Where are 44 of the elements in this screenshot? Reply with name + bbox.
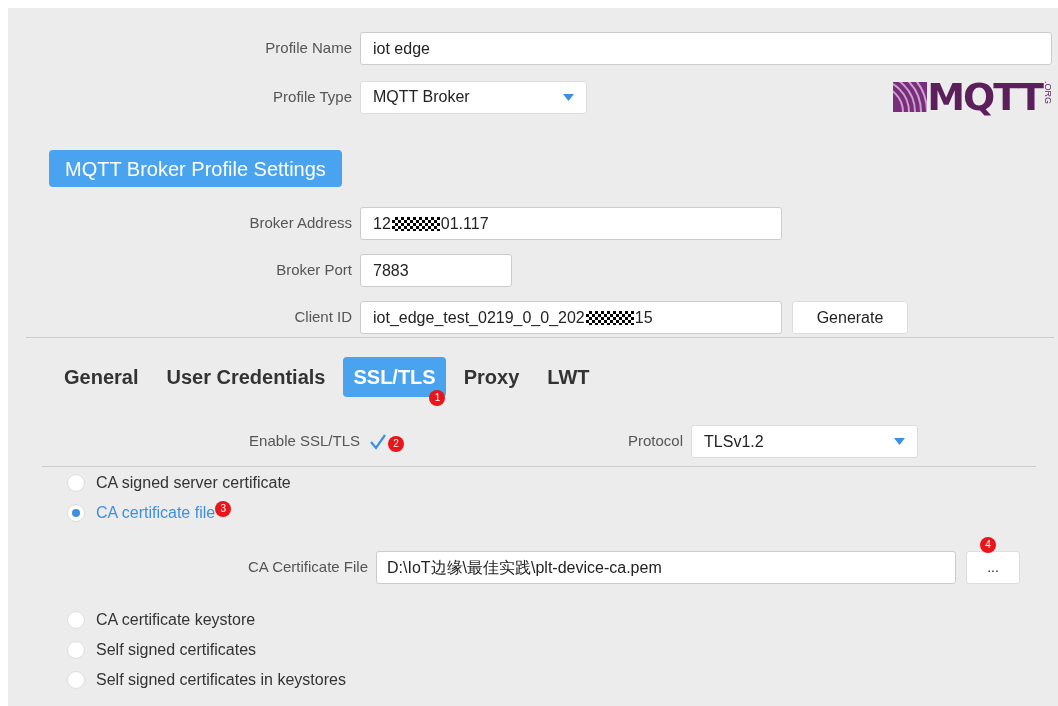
radio-button[interactable] <box>67 671 85 689</box>
signal-waves-icon <box>893 82 928 112</box>
field-label: Broker Address <box>248 213 353 234</box>
field-label: Client ID <box>293 307 353 328</box>
field-label: Profile Name <box>264 38 353 59</box>
profile-type-dropdown[interactable]: MQTT Broker <box>360 80 587 114</box>
logo-suffix: .ORG <box>1043 81 1052 104</box>
tab[interactable]: LWT <box>537 357 600 397</box>
dropdown-caret-icon <box>563 93 574 101</box>
field-value: 15 <box>634 307 653 328</box>
field-value: 12 <box>373 213 391 234</box>
field-value: 7883 <box>373 260 409 281</box>
radio-button[interactable] <box>67 611 85 629</box>
field-value: iot_edge_test_0219_0_0_202 <box>373 307 585 328</box>
field-label: Protocol <box>628 431 684 452</box>
protocol-dropdown[interactable]: TLSv1.2 <box>691 425 919 458</box>
option-label[interactable]: CA certificate keystore <box>96 608 256 632</box>
radio-button[interactable] <box>67 641 85 659</box>
generate-button[interactable]: Generate <box>792 301 908 334</box>
text-field[interactable]: 7883 <box>360 254 512 287</box>
field-label: Enable SSL/TLS <box>248 431 361 452</box>
field-label: Broker Port <box>275 260 353 281</box>
text-field[interactable]: iot_edge_test_0219_0_0_202 15 <box>360 301 782 334</box>
annotation-badge: 2 <box>388 435 404 452</box>
dropdown-caret-icon <box>894 438 906 445</box>
option-label[interactable]: Self signed certificates <box>96 638 257 662</box>
text-field[interactable]: iot edge <box>360 32 1052 65</box>
radio-button[interactable] <box>67 474 85 492</box>
browse-button[interactable]: ... <box>966 551 1020 584</box>
annotation-badge: 1 <box>429 390 446 406</box>
field-label: CA Certificate File <box>246 557 369 578</box>
tab[interactable]: General <box>54 357 149 397</box>
annotation-badge: 3 <box>215 501 232 517</box>
field-value: 01.117 <box>440 213 489 234</box>
text-field[interactable]: 12 01.117 <box>360 207 782 240</box>
text-field[interactable]: D:\IoT边缘\最佳实践\plt-device-ca.pem <box>376 551 956 584</box>
field-label: Profile Type <box>272 86 353 107</box>
logo-text: MQTT <box>927 78 1042 116</box>
tab[interactable]: Proxy <box>453 357 530 397</box>
radio-button[interactable] <box>67 504 85 522</box>
option-label[interactable]: CA signed server certificate <box>96 471 291 495</box>
option-label[interactable]: Self signed certificates in keystores <box>96 668 346 692</box>
annotation-badge: 4 <box>980 537 996 553</box>
tab[interactable]: User Credentials <box>156 357 336 397</box>
